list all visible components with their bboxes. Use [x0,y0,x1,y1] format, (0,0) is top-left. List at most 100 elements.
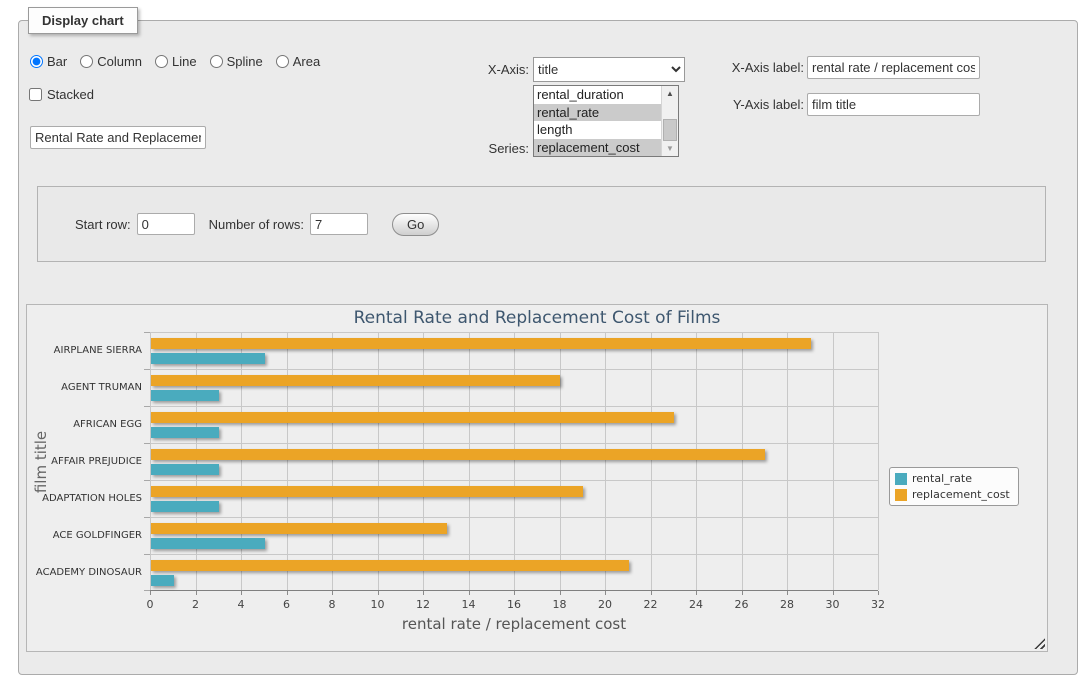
bar-rental_rate-airplane-sierra[interactable] [151,353,265,364]
page: Display chart BarColumnLineSplineArea St… [0,0,1081,681]
scrollbar-thumb[interactable] [663,119,677,141]
bar-replacement_cost-adaptation-holes[interactable] [151,486,583,497]
series-listbox[interactable]: rental_durationrental_ratelengthreplacem… [533,85,679,157]
axis-tick [787,591,788,595]
gridline [696,332,697,590]
legend-item-replacement_cost[interactable]: replacement_cost [895,488,1010,501]
gridline [196,332,197,590]
stacked-checkbox[interactable] [29,88,42,101]
axis-tick [423,591,424,595]
start-row-caption: Start row: [75,217,131,232]
x-tick-label: 16 [499,598,529,611]
category-label: AFRICAN EGG [27,419,142,431]
gridline [150,554,878,555]
chart-type-radio-label: Column [97,54,142,69]
chart-type-option-bar[interactable]: Bar [30,54,67,69]
x-tick-label: 4 [226,598,256,611]
go-button[interactable]: Go [392,213,439,236]
number-of-rows-input[interactable] [310,213,368,235]
bar-rental_rate-adaptation-holes[interactable] [151,501,219,512]
x-axis-label-input[interactable] [807,56,980,79]
category-label: AFFAIR PREJUDICE [27,456,142,468]
chart-legend: rental_rate replacement_cost [889,467,1019,506]
bar-replacement_cost-airplane-sierra[interactable] [151,338,811,349]
legend-label: replacement_cost [912,488,1010,501]
bar-replacement_cost-african-egg[interactable] [151,412,674,423]
bar-rental_rate-agent-truman[interactable] [151,390,219,401]
category-label: AIRPLANE SIERRA [27,345,142,357]
axis-tick [332,591,333,595]
axis-tick [378,591,379,595]
x-axis-select[interactable]: title [533,57,685,82]
gridline [241,332,242,590]
category-label: ADAPTATION HOLES [27,493,142,505]
series-option-length[interactable]: length [534,121,661,139]
bar-rental_rate-academy-dinosaur[interactable] [151,575,174,586]
legend-swatch-icon [895,489,907,501]
number-of-rows-caption: Number of rows: [209,217,304,232]
chart-type-option-line[interactable]: Line [155,54,197,69]
x-tick-label: 6 [272,598,302,611]
axis-tick [144,406,150,407]
x-tick-label: 14 [454,598,484,611]
axis-tick [144,517,150,518]
x-tick-label: 30 [818,598,848,611]
series-option-rental_rate[interactable]: rental_rate [534,104,661,122]
y-axis-label-input[interactable] [807,93,980,116]
axis-tick [651,591,652,595]
gridline [150,332,151,590]
display-chart-panel: BarColumnLineSplineArea Stacked X-Axis: … [18,20,1078,675]
legend-label: rental_rate [912,472,972,485]
gridline [378,332,379,590]
chart-type-radio-label: Bar [47,54,67,69]
scroll-down-icon[interactable]: ▼ [662,141,678,156]
start-row-input[interactable] [137,213,195,235]
series-option-replacement_cost[interactable]: replacement_cost [534,139,661,157]
category-label: ACADEMY DINOSAUR [27,567,142,579]
series-options: rental_durationrental_ratelengthreplacem… [534,86,661,156]
x-tick-label: 12 [408,598,438,611]
gridline [560,332,561,590]
bar-rental_rate-ace-goldfinger[interactable] [151,538,265,549]
chart-type-radio-line[interactable] [155,55,168,68]
bar-rental_rate-african-egg[interactable] [151,427,219,438]
bar-rental_rate-affair-prejudice[interactable] [151,464,219,475]
chart-type-radio-spline[interactable] [210,55,223,68]
x-axis-title: rental rate / replacement cost [150,615,878,633]
chart-type-option-column[interactable]: Column [80,54,142,69]
chart-type-option-area[interactable]: Area [276,54,320,69]
gridline [287,332,288,590]
row-range-panel: Start row: Number of rows: Go [37,186,1046,262]
gridline [150,443,878,444]
x-tick-label: 26 [727,598,757,611]
bar-replacement_cost-academy-dinosaur[interactable] [151,560,629,571]
gridline [150,406,878,407]
x-axis-caption: X-Axis: [419,62,529,77]
chart-container: Rental Rate and Replacement Cost of Film… [26,304,1048,652]
bar-replacement_cost-affair-prejudice[interactable] [151,449,765,460]
chart-title-input[interactable] [30,126,206,149]
axis-tick [560,591,561,595]
chart-type-radio-area[interactable] [276,55,289,68]
axis-tick [144,369,150,370]
gridline [150,332,878,333]
axis-tick [878,591,879,595]
stacked-option[interactable]: Stacked [29,87,94,102]
axis-tick [144,554,150,555]
gridline [150,480,878,481]
category-label: ACE GOLDFINGER [27,530,142,542]
gridline [742,332,743,590]
series-option-rental_duration[interactable]: rental_duration [534,86,661,104]
chart-type-option-spline[interactable]: Spline [210,54,263,69]
chart-type-radio-column[interactable] [80,55,93,68]
x-tick-label: 2 [181,598,211,611]
axis-tick [144,332,150,333]
legend-item-rental_rate[interactable]: rental_rate [895,472,1010,485]
bar-replacement_cost-ace-goldfinger[interactable] [151,523,447,534]
gridline [787,332,788,590]
resize-handle-icon[interactable] [1034,638,1045,649]
bar-replacement_cost-agent-truman[interactable] [151,375,560,386]
chart-type-radio-bar[interactable] [30,55,43,68]
chart-type-radio-group: Bar Column Line Spline Area [30,54,320,69]
legend-swatch-icon [895,473,907,485]
